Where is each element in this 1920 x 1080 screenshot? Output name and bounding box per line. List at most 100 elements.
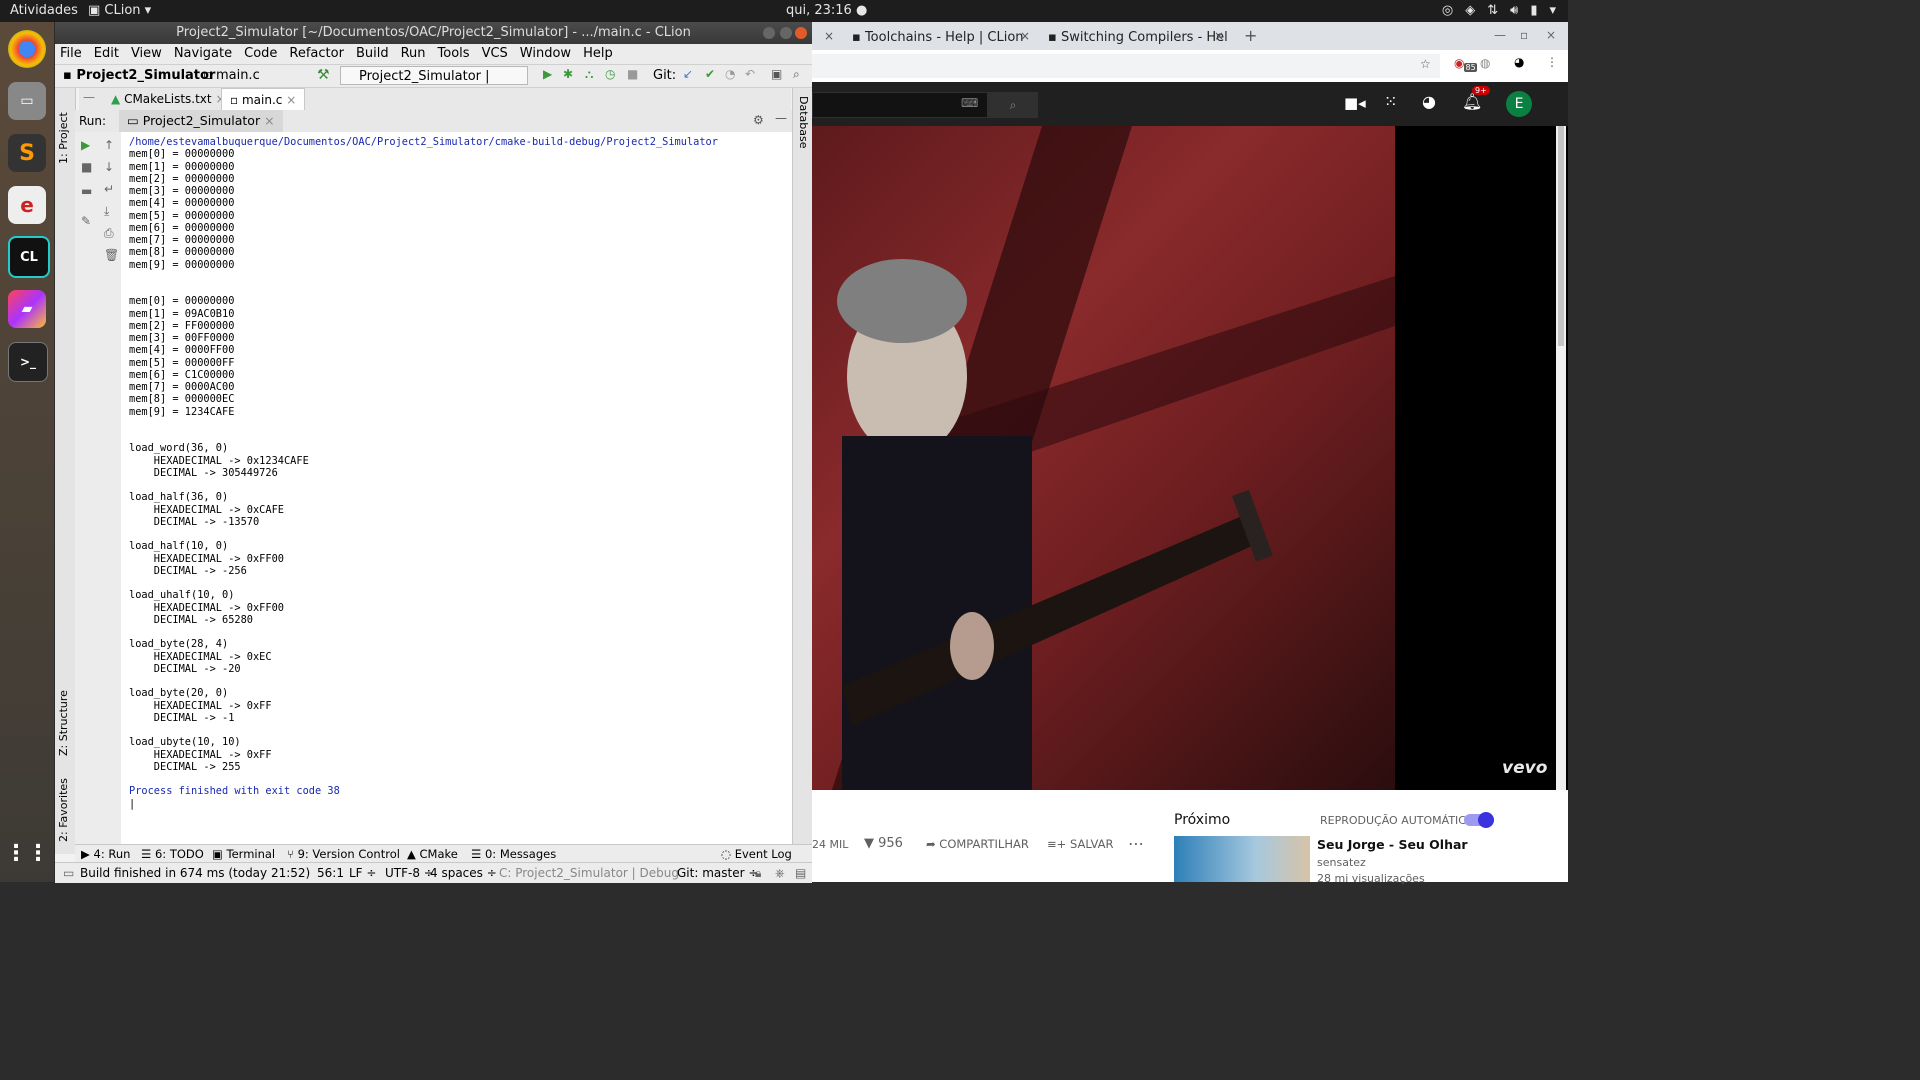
menu-code[interactable]: Code [244, 44, 277, 64]
power-menu-icon[interactable]: ▾ [1549, 3, 1556, 18]
address-bar[interactable] [812, 54, 1440, 78]
scroll-down-icon[interactable]: ↓ [104, 160, 114, 174]
print-icon[interactable]: ⎙ [104, 226, 114, 241]
trash-icon[interactable]: 🗑︎ [104, 248, 119, 262]
line-separator[interactable]: LF ÷ [349, 863, 376, 883]
clion-dock-icon[interactable]: CL [8, 236, 50, 278]
scroll-to-end-icon[interactable]: ⤓ [104, 204, 109, 219]
menu-navigate[interactable]: Navigate [174, 44, 232, 64]
page-scrollbar[interactable] [1556, 126, 1566, 790]
vcs-history-icon[interactable]: ◔ [725, 67, 735, 81]
autoplay-toggle[interactable] [1464, 812, 1494, 828]
tab-messages[interactable]: ☰ 0: Messages [471, 845, 556, 863]
window-minimize-icon[interactable]: — [1494, 28, 1506, 42]
system-tray[interactable]: ◎ ◈ ⇅ 🔊︎ ▮ ▾ [1442, 3, 1556, 18]
video-player[interactable] [812, 126, 1395, 790]
project-tool-tab[interactable]: 1: Project [57, 112, 70, 164]
menu-refactor[interactable]: Refactor [289, 44, 344, 64]
files-dock-icon[interactable]: ▭ [8, 82, 46, 120]
messages-icon[interactable]: ◕ [1422, 92, 1436, 111]
like-count[interactable]: 24 MIL [812, 838, 848, 851]
profile-icon[interactable]: ◷ [605, 67, 615, 81]
run-configuration-select[interactable]: Project2_Simulator | Debug ▾ [340, 66, 528, 103]
scrollbar-thumb[interactable] [1558, 126, 1564, 346]
tab-main-c[interactable]: ▫ main.c × [221, 88, 306, 111]
tab-cmakelists[interactable]: ▲ CMakeLists.txt × [103, 88, 234, 110]
menu-run[interactable]: Run [401, 44, 426, 64]
run-coverage-icon[interactable]: ⛬ [585, 67, 593, 82]
chrome-dock-icon[interactable] [8, 30, 46, 68]
database-tool-tab[interactable]: Database [797, 96, 810, 149]
network-icon[interactable]: ⇅ [1487, 3, 1498, 18]
favorites-tool-tab[interactable]: 2: Favorites [57, 778, 70, 842]
menu-vcs[interactable]: VCS [482, 44, 508, 64]
vcs-update-icon[interactable]: ↙ [683, 67, 693, 81]
browser-tab[interactable]: ▪ Switching Compilers - Hel [1048, 25, 1228, 50]
youtube-search-input[interactable]: ⌨ [812, 92, 988, 118]
close-button[interactable] [795, 27, 807, 39]
layout-icon[interactable]: ▬ [81, 184, 92, 198]
battery-icon[interactable]: ▮ [1530, 3, 1537, 18]
run-console[interactable]: /home/estevamalbuquerque/Documentos/OAC/… [121, 132, 792, 854]
activities-button[interactable]: Atividades [10, 3, 78, 18]
rerun-icon[interactable]: ▶ [81, 138, 90, 152]
save-button[interactable]: ≡+ SALVAR [1047, 837, 1113, 851]
keyboard-icon[interactable]: ⌨ [961, 96, 978, 110]
more-actions-icon[interactable]: ⋯ [1128, 834, 1144, 853]
scroll-up-icon[interactable]: ↑ [104, 138, 114, 152]
file-encoding[interactable]: UTF-8 ÷ [385, 863, 434, 883]
account-avatar[interactable]: E [1506, 91, 1532, 117]
menu-edit[interactable]: Edit [94, 44, 119, 64]
project-structure-icon[interactable]: ▣ [771, 67, 782, 81]
close-icon[interactable]: × [1020, 29, 1030, 43]
stop-icon[interactable]: ■ [81, 160, 92, 174]
structure-tool-tab[interactable]: Z: Structure [57, 690, 70, 756]
tab-cmake[interactable]: ▲ CMake [407, 845, 458, 863]
next-video-thumbnail[interactable] [1174, 836, 1310, 882]
tab-run[interactable]: ▶ 4: Run [81, 845, 130, 863]
breadcrumb-project[interactable]: ▪ Project2_Simulator [63, 68, 215, 83]
share-button[interactable]: ➦ COMPARTILHAR [926, 837, 1029, 851]
close-icon[interactable]: × [1214, 29, 1224, 43]
indent-setting[interactable]: 4 spaces ÷ [430, 863, 497, 883]
git-branch[interactable]: Git: master ÷ [677, 863, 758, 883]
dislike-button[interactable]: ▼ 956 [864, 836, 903, 851]
jetbrains-dock-icon[interactable]: ▰ [8, 290, 46, 328]
build-hammer-icon[interactable]: ⚒ [317, 67, 330, 83]
minimize-button[interactable] [763, 27, 775, 39]
bookmark-star-icon[interactable]: ☆ [1420, 57, 1431, 71]
tab-todo[interactable]: ☰ 6: TODO [141, 845, 204, 863]
breadcrumb-file[interactable]: ▫ main.c [203, 68, 260, 83]
caret-position[interactable]: 56:1 [317, 863, 344, 883]
apps-grid-icon[interactable]: ⁙ [1384, 92, 1397, 111]
stop-icon[interactable]: ■ [627, 67, 638, 81]
vcs-commit-icon[interactable]: ✔ [705, 67, 715, 81]
inspector-icon[interactable]: ⎈ [775, 863, 785, 883]
new-tab-icon[interactable]: + [1244, 26, 1257, 45]
collapse-icon[interactable]: — [83, 90, 95, 104]
window-close-icon[interactable]: × [1546, 28, 1556, 42]
close-icon[interactable]: × [264, 113, 274, 128]
browser-tab[interactable]: ▪ Toolchains - Help | CLion [852, 25, 1036, 50]
vcs-revert-icon[interactable]: ↶ [745, 67, 755, 81]
tab-version-control[interactable]: ⑂ 9: Version Control [287, 845, 400, 863]
search-icon[interactable]: ⌕ [793, 67, 800, 82]
extension-icon[interactable]: ◉85 [1454, 56, 1477, 73]
menu-build[interactable]: Build [356, 44, 389, 64]
close-icon[interactable]: × [286, 93, 296, 107]
terminal-dock-icon[interactable]: >_ [8, 342, 48, 382]
create-video-icon[interactable]: ■◂ [1344, 94, 1366, 112]
clion-title-bar[interactable]: Project2_Simulator [~/Documentos/OAC/Pro… [55, 22, 812, 44]
run-icon[interactable]: ▶ [543, 67, 552, 81]
chrome-menu-icon[interactable]: ⋮ [1546, 55, 1558, 69]
event-log-button[interactable]: ◌ Event Log [721, 845, 792, 863]
app-tray-icon[interactable]: ◈ [1465, 3, 1475, 18]
app-dock-icon[interactable]: e [8, 186, 46, 224]
window-restore-icon[interactable]: ▫ [1520, 28, 1528, 42]
next-video-channel[interactable]: sensatez [1317, 856, 1366, 869]
menu-help[interactable]: Help [583, 44, 613, 64]
clock[interactable]: qui, 23:16 ● [786, 3, 867, 18]
close-icon[interactable]: × [824, 29, 834, 43]
resolve-context[interactable]: C: Project2_Simulator | Debug [499, 863, 679, 883]
tab-terminal[interactable]: ▣ Terminal [212, 845, 275, 863]
